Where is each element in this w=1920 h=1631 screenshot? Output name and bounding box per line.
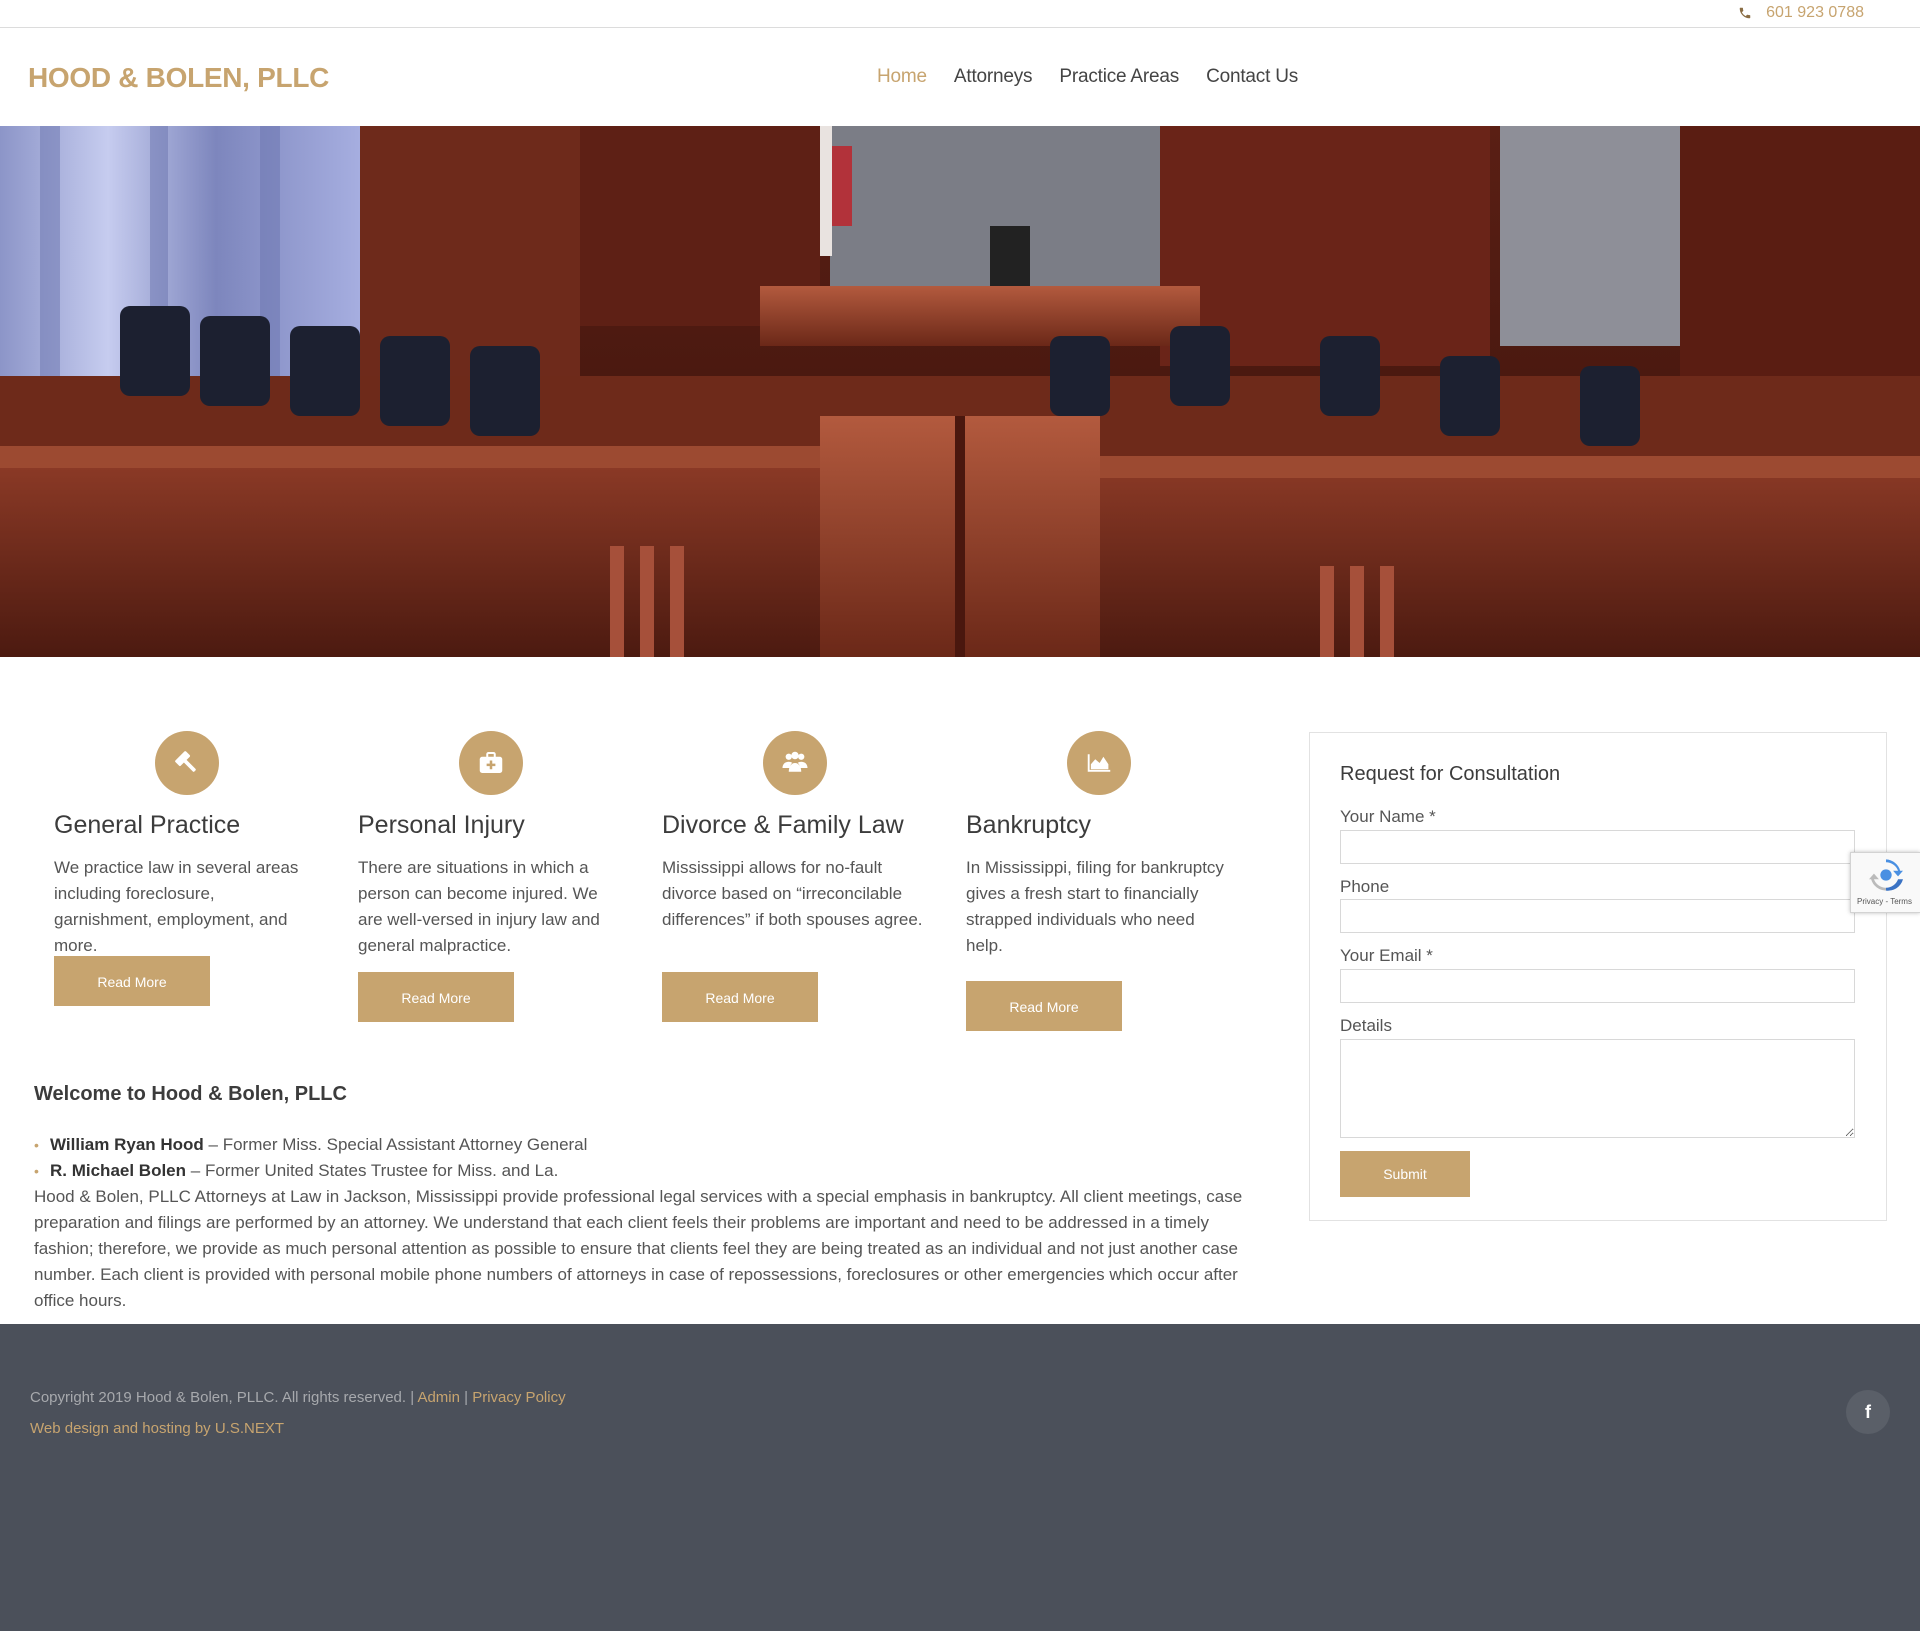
feature-text: Mississippi allows for no-fault divorce … (662, 858, 923, 929)
welcome-body: Hood & Bolen, PLLC Attorneys at Law in J… (34, 1187, 1243, 1310)
phone-icon (1739, 7, 1751, 19)
attorney-separator: – (203, 1135, 223, 1154)
read-more-button[interactable]: Read More (54, 956, 210, 1006)
feature-title: Bankruptcy (966, 811, 1092, 839)
welcome-title: Welcome to Hood & Bolen, PLLC (34, 1083, 347, 1105)
area-chart-icon (1087, 754, 1111, 772)
recaptcha-text: Privacy - Terms (1857, 897, 1912, 906)
attorney-name: R. Michael Bolen (50, 1161, 187, 1180)
consultation-form: Request for Consultation Your Name * Pho… (1309, 732, 1887, 1221)
email-input[interactable] (1340, 969, 1855, 1003)
feature-icon-circle (155, 731, 219, 795)
welcome-section: Welcome to Hood & Bolen, PLLC William Ry… (34, 1083, 1249, 1314)
medkit-icon (479, 752, 503, 773)
web-design-credit-link[interactable]: Web design and hosting by U.S.NEXT (30, 1420, 284, 1437)
footer-separator: | (459, 1389, 473, 1406)
phone-number: 601 923 0788 (1766, 4, 1864, 21)
nav-attorneys[interactable]: Attorneys (954, 66, 1033, 88)
attorney-role: Former United States Trustee for Miss. a… (204, 1161, 559, 1180)
attorney-list: William Ryan Hood – Former Miss. Special… (34, 1132, 1249, 1184)
feature-title: Divorce & Family Law (662, 811, 904, 839)
read-more-button[interactable]: Read More (966, 981, 1122, 1031)
copyright-text: Copyright 2019 Hood & Bolen, PLLC. All r… (30, 1389, 418, 1406)
feature-title: General Practice (54, 811, 241, 839)
feature-text: In Mississippi, filing for bankruptcy gi… (966, 858, 1224, 955)
nav-practice-areas[interactable]: Practice Areas (1059, 66, 1179, 88)
details-textarea[interactable] (1340, 1039, 1855, 1138)
site-footer: Copyright 2019 Hood & Bolen, PLLC. All r… (0, 1324, 1920, 1631)
feature-text: We practice law in several areas includi… (54, 858, 299, 955)
recaptcha-icon (1869, 859, 1903, 891)
phone-link[interactable]: 601 923 0788 (1738, 4, 1864, 22)
form-title: Request for Consultation (1340, 763, 1561, 785)
read-more-button[interactable]: Read More (358, 972, 514, 1022)
phone-label: Phone (1340, 877, 1390, 896)
privacy-policy-link[interactable]: Privacy Policy (472, 1389, 565, 1406)
name-input[interactable] (1340, 830, 1855, 864)
name-label: Your Name * (1340, 807, 1436, 826)
feature-icon-circle (1067, 731, 1131, 795)
site-header: HOOD & BOLEN, PLLC Home Attorneys Practi… (0, 28, 1920, 126)
feature-icon-circle (459, 731, 523, 795)
users-icon (782, 751, 808, 772)
attorney-name: William Ryan Hood (50, 1135, 204, 1154)
submit-button[interactable]: Submit (1340, 1151, 1470, 1197)
nav-home[interactable]: Home (877, 66, 927, 88)
feature-icon-circle (763, 731, 827, 795)
footer-copyright-line: Copyright 2019 Hood & Bolen, PLLC. All r… (30, 1389, 566, 1406)
feature-title: Personal Injury (358, 811, 525, 839)
details-label: Details (1340, 1016, 1392, 1035)
main-nav: Home Attorneys Practice Areas Contact Us (877, 66, 1298, 88)
recaptcha-badge[interactable]: Privacy - Terms (1850, 852, 1920, 913)
site-logo[interactable]: HOOD & BOLEN, PLLC (28, 62, 329, 94)
read-more-button[interactable]: Read More (662, 972, 818, 1022)
attorney-role: Former Miss. Special Assistant Attorney … (222, 1135, 588, 1154)
gavel-icon (175, 751, 196, 772)
facebook-icon[interactable]: f (1846, 1390, 1890, 1434)
email-label: Your Email * (1340, 946, 1433, 965)
feature-text: There are situations in which a person c… (358, 858, 600, 955)
list-item: William Ryan Hood – Former Miss. Special… (34, 1132, 1249, 1158)
nav-contact-us[interactable]: Contact Us (1206, 66, 1298, 88)
attorney-separator: – (186, 1161, 205, 1180)
phone-input[interactable] (1340, 899, 1855, 933)
admin-link[interactable]: Admin (417, 1389, 460, 1406)
list-item: R. Michael Bolen – Former United States … (34, 1158, 1249, 1184)
top-bar: 601 923 0788 (0, 0, 1920, 28)
hero-courtroom-image (0, 126, 1920, 657)
